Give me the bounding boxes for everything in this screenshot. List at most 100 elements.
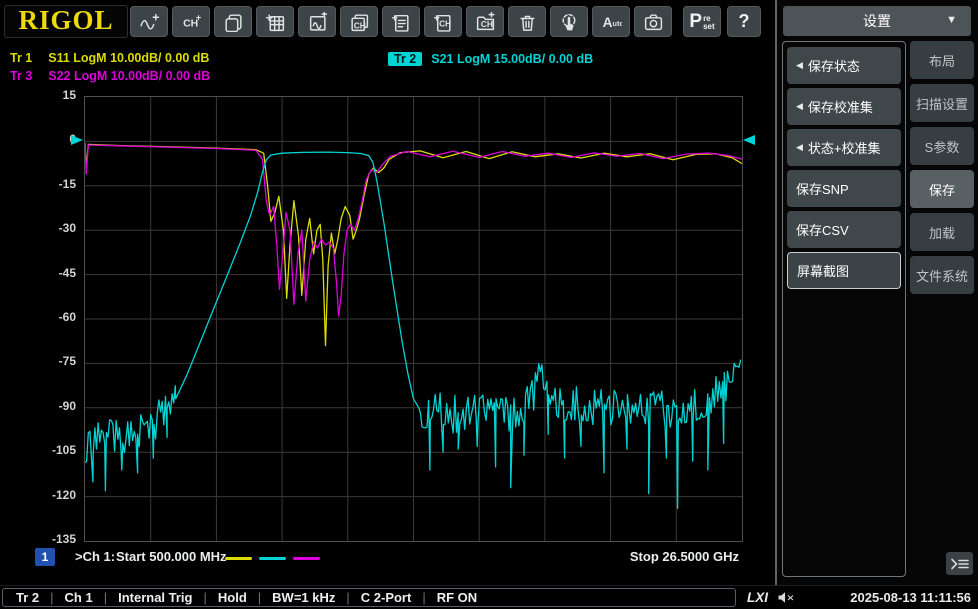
legend-tr1[interactable]: Tr 1 S11 LogM 10.00dB/ 0.00 dB [10, 51, 209, 65]
trace1-color-swatch [225, 557, 252, 560]
y-tick-label: -60 [58, 310, 76, 324]
status-separator: | [257, 590, 262, 605]
tab-layout[interactable]: 布局 [910, 41, 974, 79]
folder-channel-button[interactable]: CH [466, 6, 504, 37]
duplicate-window-button[interactable] [214, 6, 252, 37]
sidebar-menu-header[interactable]: 设置 ▼ [783, 6, 971, 36]
submenu-expand-icon: ◀ [796, 60, 803, 70]
status-bar: Tr 2 | Ch 1 | Internal Trig | Hold | BW=1 kHz | C … [0, 585, 978, 609]
tab-s-params[interactable]: S参数 [910, 127, 974, 165]
status-separator: | [422, 590, 426, 605]
lxi-badge: LXI [747, 590, 769, 605]
file-task-icon [391, 14, 409, 32]
submenu-state-cal-set[interactable]: ◀ 状态+校准集 [787, 129, 901, 166]
channel-label: >Ch 1: [75, 549, 116, 564]
touch-icon [561, 13, 575, 30]
svg-text:CH: CH [480, 19, 492, 29]
start-frequency[interactable]: Start 500.000 MHz [116, 549, 227, 564]
toolbar: RIGOL CH+ CH CH CH Auto P reset ? [0, 0, 775, 42]
status-item[interactable]: Internal Trig [118, 590, 192, 605]
y-tick-label: -15 [58, 176, 76, 191]
duplicate-window-icon [224, 13, 242, 32]
submenu-save-snp[interactable]: 保存SNP [787, 170, 901, 207]
new-table-button[interactable] [256, 6, 294, 37]
file-channel-icon: CH [433, 14, 451, 32]
help-button[interactable]: ? [727, 6, 761, 37]
auto-icon: Auto [602, 15, 621, 30]
ref-level-marker-right-icon [743, 135, 755, 145]
submenu-expand-icon: ◀ [796, 142, 803, 152]
y-tick-label: -75 [58, 354, 76, 369]
trace-s21 [85, 151, 742, 510]
status-item[interactable]: BW=1 kHz [272, 590, 335, 605]
y-tick-label: -30 [58, 221, 76, 236]
svg-text:A: A [602, 15, 612, 30]
y-tick-label: -105 [51, 443, 76, 458]
brand-logo: RIGOL [4, 5, 128, 38]
vna-screen: RIGOL CH+ CH CH CH Auto P reset ? Tr 1S11 Lo… [0, 0, 978, 609]
auto-button[interactable]: Auto [592, 6, 630, 37]
tab-load[interactable]: 加载 [910, 213, 974, 251]
preset-label-small: re set [703, 14, 715, 31]
screenshot-icon [644, 13, 662, 30]
y-tick-label: 15 [62, 88, 76, 102]
submenu-screenshot[interactable]: 屏幕截图 [787, 252, 901, 289]
tab-save[interactable]: 保存 [910, 170, 974, 208]
chart-footer: 1 >Ch 1: Start 500.000 MHz Stop 26.5000 … [0, 546, 741, 570]
tab-sweep-setup[interactable]: 扫描设置 [910, 84, 974, 122]
sidebar: 设置 ▼ ◀ 保存状态 ◀ 保存校准集 ◀ 状态+校准集 保存SNP 保存CSV 屏幕截图 布局… [775, 0, 978, 585]
status-item[interactable]: Ch 1 [65, 590, 93, 605]
status-item[interactable]: Tr 2 [16, 590, 39, 605]
touch-button[interactable] [550, 6, 588, 37]
status-item[interactable]: Hold [218, 590, 247, 605]
preset-button[interactable]: P re set [683, 6, 721, 37]
status-item[interactable]: RF ON [437, 590, 477, 605]
file-channel-button[interactable]: CH [424, 6, 462, 37]
submenu-save-cal-set[interactable]: ◀ 保存校准集 [787, 88, 901, 125]
main-panel: Tr 1 S11 LogM 10.00dB/ 0.00 dB Tr 3 S22 Log… [0, 42, 775, 585]
toolbar-buttons: CH+ CH CH CH Auto [130, 6, 672, 37]
file-task-button[interactable] [382, 6, 420, 37]
legend-tr3[interactable]: Tr 3 S22 LogM 10.00dB/ 0.00 dB [10, 69, 210, 83]
tab-file-system[interactable]: 文件系统 [910, 256, 974, 294]
status-items: Tr 2 | Ch 1 | Internal Trig | Hold | BW=1 kHz | C … [2, 588, 736, 607]
submenu-save-csv[interactable]: 保存CSV [787, 211, 901, 248]
status-separator: | [203, 590, 207, 605]
channel-badge[interactable]: 1 [35, 548, 55, 566]
delete-button[interactable] [508, 6, 546, 37]
new-channel-button[interactable]: CH + [172, 6, 210, 37]
svg-text:CH: CH [439, 18, 451, 28]
svg-text:+: + [195, 12, 201, 23]
y-tick-label: -135 [51, 532, 76, 546]
y-tick-label: -120 [51, 487, 76, 502]
trace-window-icon [309, 11, 327, 31]
submenu-expand-icon: ◀ [796, 101, 803, 111]
y-tick-label: 0 [69, 132, 76, 147]
datetime: 2025-08-13 11:11:56 [850, 590, 971, 605]
preset-label-big: P [689, 10, 703, 32]
legend-tr2[interactable]: Tr 2 S21 LogM 15.00dB/ 0.00 dB [388, 52, 593, 66]
screenshot-button[interactable] [634, 6, 672, 37]
prompt-menu-icon [950, 558, 969, 569]
folder-channel-icon: CH [476, 11, 495, 30]
y-tick-label: -45 [58, 265, 76, 280]
new-table-icon [265, 13, 284, 31]
chart-svg [85, 97, 742, 541]
stop-frequency[interactable]: Stop 26.5000 GHz [630, 549, 739, 564]
status-separator: | [50, 590, 54, 605]
chart-area[interactable] [84, 96, 743, 542]
channel-window-button[interactable]: CH [340, 6, 378, 37]
status-item[interactable]: C 2-Port [361, 590, 412, 605]
sidebar-menu-title: 设置 [863, 13, 891, 29]
status-separator: | [346, 590, 350, 605]
active-trace-badge: Tr 2 [388, 52, 423, 66]
trace-window-button[interactable] [298, 6, 336, 37]
command-prompt-button[interactable] [946, 552, 973, 575]
new-trace-button[interactable] [130, 6, 168, 37]
sidebar-submenu: ◀ 保存状态 ◀ 保存校准集 ◀ 状态+校准集 保存SNP 保存CSV 屏幕截图 [782, 41, 906, 577]
speaker-muted-icon[interactable] [777, 590, 795, 609]
submenu-save-state[interactable]: ◀ 保存状态 [787, 47, 901, 84]
svg-text:uto: uto [612, 19, 621, 28]
chevron-down-icon: ▼ [946, 14, 957, 26]
status-separator: | [103, 590, 108, 605]
